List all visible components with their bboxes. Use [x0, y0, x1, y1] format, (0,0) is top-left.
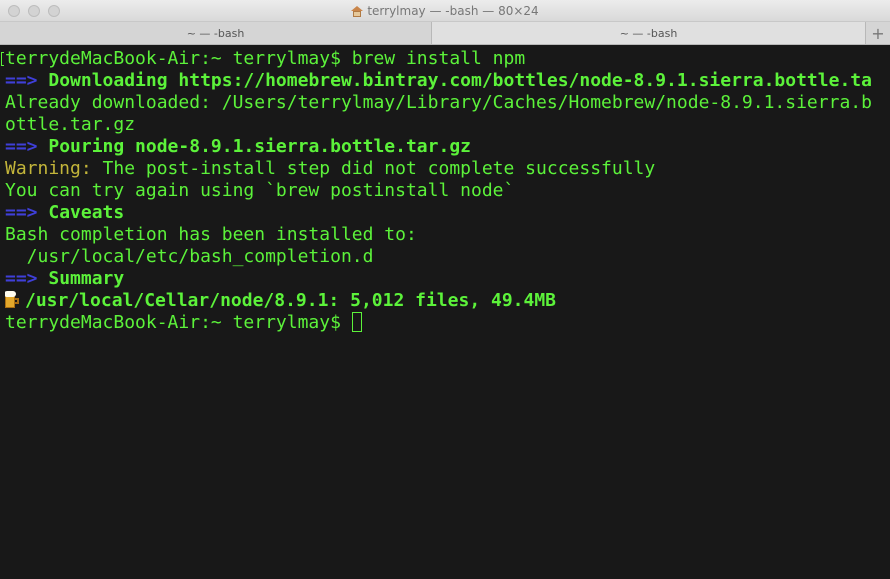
- line-text: Pouring node-8.9.1.sierra.bottle.tar.gz: [37, 136, 471, 157]
- tab-bash-2[interactable]: ~ — -bash: [432, 22, 866, 44]
- line-text: Summary: [37, 268, 125, 289]
- terminal-line: /usr/local/Cellar/node/8.9.1: 5,012 file…: [5, 290, 885, 312]
- line-text: /usr/local/Cellar/node/8.9.1: 5,012 file…: [25, 290, 557, 311]
- terminal-window: terrylmay — -bash — 80×24 ~ — -bash ~ — …: [0, 0, 890, 579]
- tab-bar: ~ — -bash ~ — -bash +: [0, 22, 890, 45]
- line-text: You can try again using `brew postinstal…: [5, 180, 515, 201]
- plus-icon: +: [871, 23, 885, 43]
- shell-prompt: terrydeMacBook-Air:~ terrylmay$: [5, 48, 352, 69]
- terminal-line: You can try again using `brew postinstal…: [5, 180, 885, 202]
- new-tab-button[interactable]: +: [866, 22, 890, 44]
- typed-command: brew install npm: [351, 48, 526, 69]
- line-text: /usr/local/etc/bash_completion.d: [5, 246, 374, 267]
- line-text: The post-install step did not complete s…: [91, 158, 656, 179]
- terminal-line: ==> Caveats: [5, 202, 885, 224]
- arrow-marker: ==>: [5, 202, 38, 223]
- warning-label: Warning:: [5, 158, 92, 179]
- terminal-line: ottle.tar.gz: [5, 114, 885, 136]
- line-text: Already downloaded: /Users/terrylmay/Lib…: [5, 92, 872, 113]
- beer-icon: [5, 291, 19, 308]
- arrow-marker: ==>: [5, 268, 38, 289]
- line-text: Downloading https://homebrew.bintray.com…: [37, 70, 872, 91]
- tab-label: ~ — -bash: [186, 26, 245, 40]
- home-icon: [351, 5, 364, 17]
- terminal-line: ==> Downloading https://homebrew.bintray…: [5, 70, 885, 92]
- terminal-line: /usr/local/etc/bash_completion.d: [5, 246, 885, 268]
- arrow-marker: ==>: [5, 136, 38, 157]
- terminal-line: Already downloaded: /Users/terrylmay/Lib…: [5, 92, 885, 114]
- terminal-content[interactable]: terrydeMacBook-Air:~ terrylmay$ brew ins…: [0, 45, 890, 579]
- tab-bash-1[interactable]: ~ — -bash: [0, 22, 432, 44]
- shell-prompt: terrydeMacBook-Air:~ terrylmay$: [5, 312, 352, 333]
- terminal-line: Warning: The post-install step did not c…: [5, 158, 885, 180]
- line-text: Bash completion has been installed to:: [5, 224, 417, 245]
- terminal-line: terrydeMacBook-Air:~ terrylmay$ brew ins…: [5, 48, 885, 70]
- terminal-line: Bash completion has been installed to:: [5, 224, 885, 246]
- tab-label: ~ — -bash: [619, 26, 678, 40]
- text-cursor: [351, 312, 362, 332]
- window-title-area: terrylmay — -bash — 80×24: [0, 0, 890, 22]
- arrow-marker: ==>: [5, 70, 38, 91]
- terminal-line: ==> Pouring node-8.9.1.sierra.bottle.tar…: [5, 136, 885, 158]
- line-text: ottle.tar.gz: [5, 114, 136, 135]
- terminal-output: terrydeMacBook-Air:~ terrylmay$ brew ins…: [5, 48, 885, 334]
- terminal-line: terrydeMacBook-Air:~ terrylmay$: [5, 312, 885, 334]
- line-text: Caveats: [37, 202, 125, 223]
- mark-bracket-icon: [1, 52, 4, 66]
- window-title: terrylmay — -bash — 80×24: [367, 4, 539, 18]
- title-bar[interactable]: terrylmay — -bash — 80×24: [0, 0, 890, 22]
- terminal-line: ==> Summary: [5, 268, 885, 290]
